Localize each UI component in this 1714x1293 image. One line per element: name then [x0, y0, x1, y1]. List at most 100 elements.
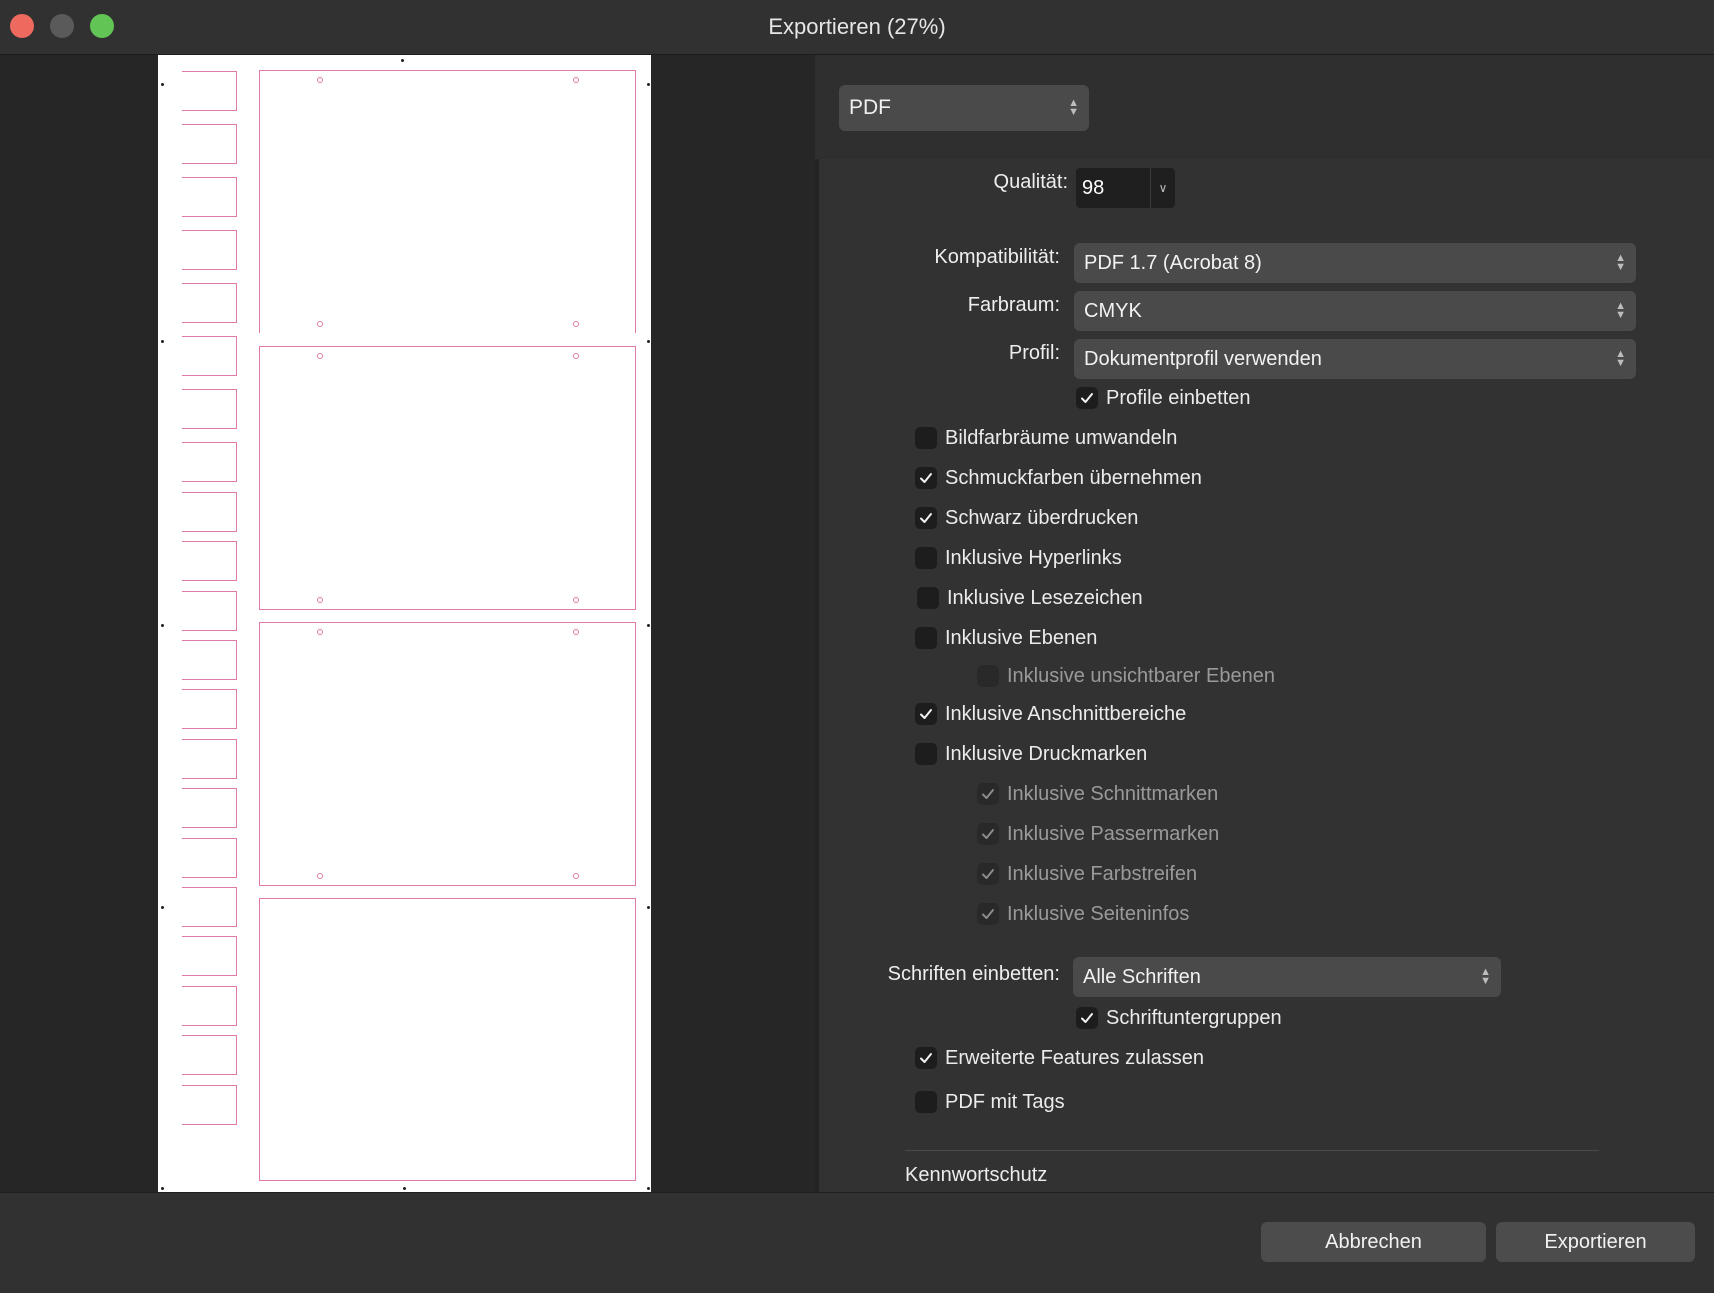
section-divider — [905, 1150, 1599, 1151]
option-lesezeichen[interactable]: Inklusive Lesezeichen — [917, 585, 1143, 611]
thumbnail-frame — [182, 739, 237, 779]
format-select[interactable]: PDF ▲ ▼ — [839, 85, 1089, 131]
crop-mark — [647, 83, 650, 86]
checkmark-icon — [920, 473, 932, 483]
registration-mark — [317, 321, 323, 327]
checkbox[interactable] — [915, 1091, 937, 1113]
checkmark-icon — [920, 709, 932, 719]
option-bildfarbraeume-umwandeln[interactable]: Bildfarbräume umwandeln — [915, 425, 1177, 451]
chevron-updown-icon: ▲ ▼ — [1615, 348, 1626, 369]
format-header: PDF ▲ ▼ — [815, 55, 1714, 160]
option-anschnittbereiche[interactable]: Inklusive Anschnittbereiche — [915, 701, 1186, 727]
option-label: Inklusive Passermarken — [1007, 822, 1220, 845]
checkbox[interactable] — [1076, 387, 1098, 409]
checkbox[interactable] — [915, 1047, 937, 1069]
export-button[interactable]: Exportieren — [1496, 1222, 1695, 1262]
checkbox[interactable] — [915, 547, 937, 569]
crop-mark — [161, 83, 164, 86]
option-unsichtbare-ebenen[interactable]: Inklusive unsichtbarer Ebenen — [977, 663, 1275, 689]
quality-dropdown-button[interactable]: ∨ — [1150, 168, 1175, 208]
registration-mark — [317, 353, 323, 359]
option-schmuckfarben[interactable]: Schmuckfarben übernehmen — [915, 465, 1202, 491]
thumbnail-frame — [182, 986, 237, 1026]
chevron-updown-icon: ▲ ▼ — [1615, 300, 1626, 321]
option-label: Schriftuntergruppen — [1106, 1006, 1282, 1029]
thumbnail-frame — [182, 177, 237, 217]
checkmark-icon — [920, 513, 932, 523]
crop-mark — [647, 1187, 650, 1190]
crop-mark — [161, 624, 164, 627]
option-label: Inklusive Lesezeichen — [947, 586, 1143, 609]
crop-mark — [403, 1187, 406, 1190]
checkbox[interactable] — [977, 783, 999, 805]
compatibility-value: PDF 1.7 (Acrobat 8) — [1084, 252, 1262, 274]
option-schwarz-ueberdrucken[interactable]: Schwarz überdrucken — [915, 505, 1138, 531]
compatibility-select[interactable]: PDF 1.7 (Acrobat 8) ▲ ▼ — [1074, 243, 1636, 283]
option-label: Profile einbetten — [1106, 386, 1251, 409]
option-pdf-mit-tags[interactable]: PDF mit Tags — [915, 1089, 1065, 1115]
thumbnail-frame — [182, 336, 237, 376]
option-schnittmarken[interactable]: Inklusive Schnittmarken — [977, 781, 1218, 807]
option-profile-einbetten[interactable]: Profile einbetten — [1076, 385, 1251, 411]
colorspace-label: Farbraum: — [967, 294, 1060, 316]
thumbnail-frame — [182, 1035, 237, 1075]
crop-mark — [161, 340, 164, 343]
checkbox[interactable] — [977, 823, 999, 845]
option-passermarken[interactable]: Inklusive Passermarken — [977, 821, 1219, 847]
checkbox[interactable] — [977, 903, 999, 925]
option-erweiterte-features[interactable]: Erweiterte Features zulassen — [915, 1045, 1204, 1071]
cancel-button[interactable]: Abbrechen — [1261, 1222, 1486, 1262]
colorspace-select[interactable]: CMYK ▲ ▼ — [1074, 291, 1636, 331]
preview-page-frame — [259, 898, 636, 1181]
dialog-footer: Abbrechen Exportieren — [0, 1192, 1714, 1293]
option-farbstreifen[interactable]: Inklusive Farbstreifen — [977, 861, 1197, 887]
thumbnail-frame — [182, 1085, 237, 1125]
thumbnail-frame — [182, 230, 237, 270]
password-section-title[interactable]: Kennwortschutz — [905, 1164, 1047, 1187]
checkbox[interactable] — [977, 863, 999, 885]
checkbox[interactable] — [915, 467, 937, 489]
fonts-embed-value: Alle Schriften — [1083, 966, 1201, 988]
preview-paper — [158, 55, 651, 1192]
chevron-updown-icon: ▲ ▼ — [1480, 966, 1491, 987]
checkmark-icon — [982, 789, 994, 799]
crop-mark — [647, 340, 650, 343]
fonts-embed-select[interactable]: Alle Schriften ▲ ▼ — [1073, 957, 1501, 997]
registration-mark — [573, 321, 579, 327]
checkmark-icon — [982, 909, 994, 919]
quality-input[interactable]: 98 — [1076, 168, 1150, 208]
option-schriftuntergruppen[interactable]: Schriftuntergruppen — [1076, 1005, 1282, 1031]
registration-mark — [573, 353, 579, 359]
checkbox[interactable] — [917, 587, 939, 609]
registration-mark — [317, 629, 323, 635]
checkbox[interactable] — [915, 627, 937, 649]
thumbnail-frame — [182, 640, 237, 680]
checkbox[interactable] — [915, 507, 937, 529]
registration-mark — [573, 629, 579, 635]
fonts-embed-label: Schriften einbetten: — [887, 963, 1060, 985]
checkbox[interactable] — [915, 743, 937, 765]
thumbnail-frame — [182, 887, 237, 927]
profile-select[interactable]: Dokumentprofil verwenden ▲ ▼ — [1074, 339, 1636, 379]
option-hyperlinks[interactable]: Inklusive Hyperlinks — [915, 545, 1122, 571]
checkmark-icon — [920, 1053, 932, 1063]
option-label: Inklusive Hyperlinks — [945, 546, 1122, 569]
checkbox[interactable] — [915, 427, 937, 449]
registration-mark — [573, 873, 579, 879]
checkmark-icon — [1081, 1013, 1093, 1023]
thumbnail-frame — [182, 283, 237, 323]
pdf-settings-panel[interactable]: Qualität: 98 ∨ Kompatibilität: PDF 1.7 (… — [815, 159, 1714, 1192]
option-ebenen[interactable]: Inklusive Ebenen — [915, 625, 1097, 651]
option-label: PDF mit Tags — [945, 1090, 1065, 1113]
preview-page-frame — [259, 346, 636, 610]
checkmark-icon — [982, 869, 994, 879]
registration-mark — [573, 597, 579, 603]
checkmark-icon — [1081, 393, 1093, 403]
checkbox[interactable] — [1076, 1007, 1098, 1029]
option-druckmarken[interactable]: Inklusive Druckmarken — [915, 741, 1147, 767]
chevron-updown-icon: ▲ ▼ — [1068, 97, 1079, 118]
option-seiteninfos[interactable]: Inklusive Seiteninfos — [977, 901, 1189, 927]
checkbox[interactable] — [915, 703, 937, 725]
export-preview — [0, 55, 815, 1192]
checkbox[interactable] — [977, 665, 999, 687]
